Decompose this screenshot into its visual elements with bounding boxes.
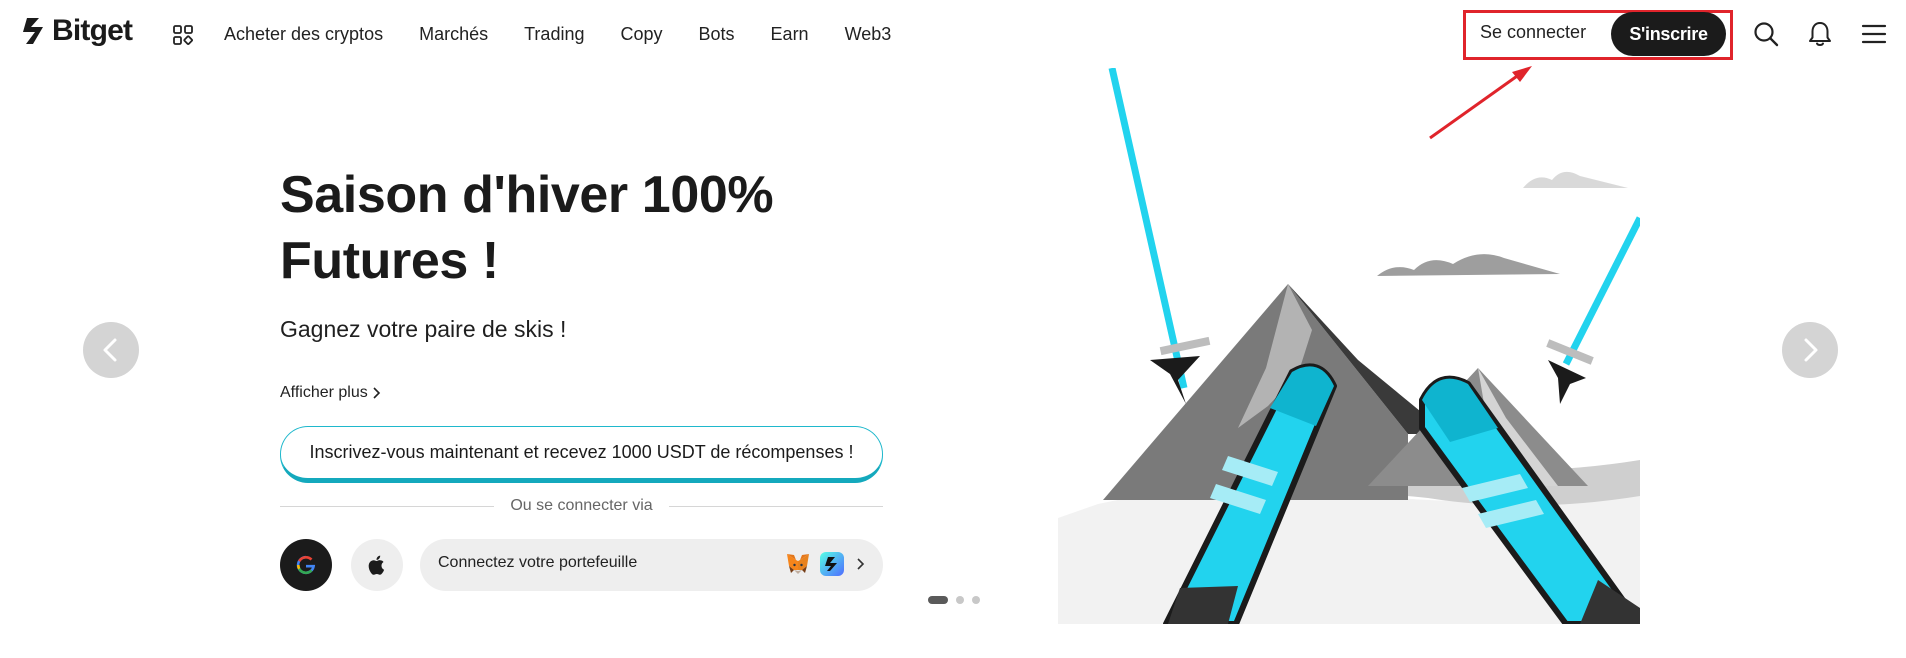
google-login-button[interactable] (280, 539, 332, 591)
chevron-right-icon (1804, 338, 1818, 362)
carousel-pagination (928, 596, 980, 604)
chevron-right-icon (857, 558, 865, 570)
login-link[interactable]: Se connecter (1480, 22, 1586, 43)
search-icon[interactable] (1752, 20, 1780, 48)
brand-name: Bitget (52, 14, 133, 47)
connect-wallet-button[interactable]: Connectez votre portefeuille (420, 539, 883, 591)
show-more-link[interactable]: Afficher plus (280, 384, 382, 402)
cloud-shape (1523, 171, 1628, 188)
hero-subtitle: Gagnez votre paire de skis ! (280, 316, 567, 342)
signup-button[interactable]: S'inscrire (1611, 12, 1726, 56)
bitget-wallet-icon (820, 552, 844, 576)
carousel-dot-2[interactable] (956, 596, 964, 604)
signup-promo-button[interactable]: Inscrivez-vous maintenant et recevez 100… (280, 426, 883, 483)
main-nav: Acheter des cryptos Marchés Trading Copy… (224, 0, 927, 68)
pole-grip-left (1159, 336, 1211, 356)
nav-markets[interactable]: Marchés (419, 24, 488, 45)
nav-copy[interactable]: Copy (620, 24, 662, 45)
chevron-left-icon (103, 338, 117, 362)
apps-grid-icon[interactable] (172, 24, 194, 46)
menu-icon[interactable] (1860, 20, 1888, 48)
bitget-logo-icon (23, 18, 43, 44)
chevron-right-icon (373, 387, 380, 399)
nav-bots[interactable]: Bots (699, 24, 735, 45)
nav-earn[interactable]: Earn (771, 24, 809, 45)
hero-title: Saison d'hiver 100% Futures ! (280, 166, 774, 290)
nav-buy-crypto[interactable]: Acheter des cryptos (224, 24, 383, 45)
show-more-label: Afficher plus (280, 384, 368, 401)
metamask-fox-icon (787, 554, 809, 574)
connect-wallet-label: Connectez votre portefeuille (438, 554, 638, 571)
ski-pole-right (1562, 216, 1640, 366)
top-header: Bitget Acheter des cryptos Marchés Tradi… (0, 0, 1906, 68)
nav-trading[interactable]: Trading (524, 24, 584, 45)
bitget-logo[interactable]: Bitget (22, 14, 133, 48)
carousel-prev-button[interactable] (83, 322, 139, 378)
carousel-next-button[interactable] (1782, 322, 1838, 378)
bell-icon[interactable] (1806, 20, 1834, 48)
carousel-dot-3[interactable] (972, 596, 980, 604)
apple-icon (368, 555, 385, 575)
carousel-dot-1[interactable] (928, 596, 948, 604)
divider-label: Ou se connecter via (510, 497, 653, 514)
or-connect-divider: Ou se connecter via (280, 496, 883, 516)
wallet-icons (785, 551, 869, 577)
apple-login-button[interactable] (351, 539, 403, 591)
cloud-shape (1377, 254, 1560, 276)
winter-ski-illustration (1058, 68, 1640, 624)
pole-basket-right (1548, 360, 1586, 404)
google-icon (296, 555, 316, 575)
nav-web3[interactable]: Web3 (845, 24, 892, 45)
ski-pole-left (1108, 68, 1188, 389)
